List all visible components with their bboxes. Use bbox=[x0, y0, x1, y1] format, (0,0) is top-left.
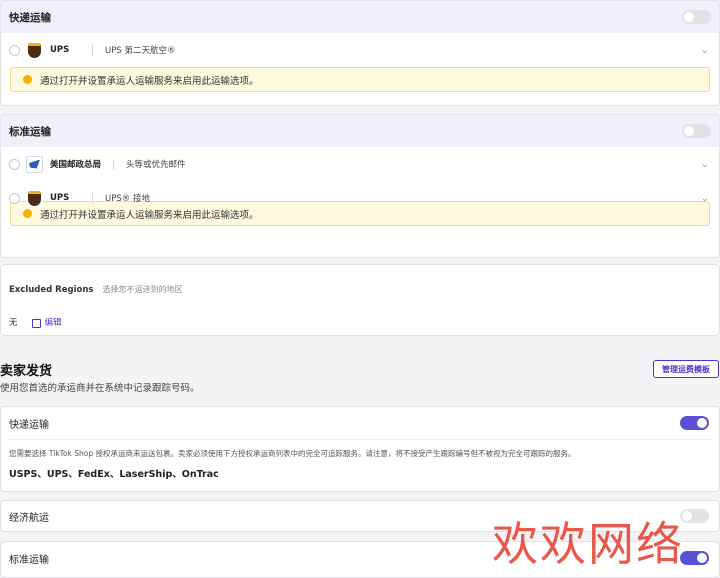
seller-standard-toggle[interactable] bbox=[680, 551, 709, 565]
authorized-carriers: USPS、UPS、FedEx、LaserShip、OnTrac bbox=[9, 469, 219, 480]
carrier-radio[interactable] bbox=[9, 158, 20, 170]
edit-icon[interactable] bbox=[31, 318, 41, 328]
express-shipping-card: 快递运输 UPS UPS 第二天航空® ⌄ 通过打开并设置承运人运输服务来启用此… bbox=[0, 0, 720, 106]
carrier-radio[interactable] bbox=[9, 44, 20, 56]
carrier-row-usps[interactable]: 美国邮政总局 头等或优先邮件 ⌄ bbox=[1, 147, 719, 181]
standard-shipping-title: 标准运输 bbox=[9, 125, 51, 138]
standard-shipping-card: 标准运输 美国邮政总局 头等或优先邮件 ⌄ UPS UPS® 接地 ⌄ 通过打开… bbox=[0, 114, 720, 258]
usps-logo-icon bbox=[26, 155, 43, 173]
chevron-down-icon[interactable]: ⌄ bbox=[701, 45, 709, 56]
standard-shipping-toggle[interactable] bbox=[682, 124, 711, 138]
seller-economy-title: 经济航运 bbox=[9, 512, 49, 524]
seller-standard-title: 标准运输 bbox=[9, 554, 49, 566]
carrier-service: 头等或优先邮件 bbox=[126, 160, 186, 170]
express-shipping-title: 快递运输 bbox=[9, 11, 51, 24]
carrier-radio[interactable] bbox=[9, 192, 20, 204]
ups-logo-icon bbox=[26, 189, 43, 207]
chevron-down-icon[interactable]: ⌄ bbox=[701, 159, 709, 170]
excluded-regions-header: Excluded Regions 选择您不运送到的地区 bbox=[1, 265, 719, 296]
express-shipping-toggle[interactable] bbox=[682, 10, 711, 24]
warning-banner: 通过打开并设置承运人运输服务来启用此运输选项。 bbox=[10, 67, 710, 92]
seller-economy-toggle[interactable] bbox=[680, 509, 709, 523]
manage-shipping-template-button[interactable]: 管理运费模板 bbox=[653, 360, 719, 378]
carrier-row-ups-standard[interactable]: UPS UPS® 接地 ⌄ bbox=[1, 181, 719, 215]
express-shipping-header: 快递运输 bbox=[1, 1, 719, 33]
seller-shipping-subtitle: 使用您首选的承运商并在系统中记录跟踪号码。 bbox=[0, 383, 200, 394]
excluded-regions-hint: 选择您不运送到的地区 bbox=[102, 285, 183, 294]
carrier-row-ups-express[interactable]: UPS UPS 第二天航空® ⌄ bbox=[1, 33, 719, 67]
carrier-name: UPS bbox=[50, 193, 70, 203]
excluded-regions-value-row: 无 编辑 bbox=[1, 296, 719, 328]
seller-express-header: 快递运输 bbox=[1, 407, 719, 439]
watermark-text: 欢欢网络 bbox=[492, 517, 684, 571]
chevron-down-icon[interactable]: ⌄ bbox=[701, 193, 709, 204]
warning-text: 通过打开并设置承运人运输服务来启用此运输选项。 bbox=[40, 75, 259, 87]
seller-express-toggle[interactable] bbox=[680, 416, 709, 430]
carrier-service: UPS 第二天航空® bbox=[105, 46, 176, 56]
carrier-name: UPS bbox=[50, 45, 70, 55]
excluded-regions-value: 无 bbox=[9, 318, 18, 328]
edit-link[interactable]: 编辑 bbox=[45, 316, 62, 328]
standard-shipping-header: 标准运输 bbox=[1, 115, 719, 147]
warning-dot-icon bbox=[23, 75, 32, 84]
seller-shipping-title: 卖家发货 bbox=[0, 364, 53, 379]
seller-express-note: 您需要选择 TikTok Shop 授权承运商来运送包裹。卖家必须使用下方授权承… bbox=[9, 449, 576, 458]
excluded-regions-title: Excluded Regions bbox=[9, 285, 94, 295]
carrier-name: 美国邮政总局 bbox=[50, 160, 102, 170]
seller-express-card: 快递运输 您需要选择 TikTok Shop 授权承运商来运送包裹。卖家必须使用… bbox=[0, 406, 720, 492]
seller-express-title: 快递运输 bbox=[9, 419, 49, 431]
carrier-service: UPS® 接地 bbox=[105, 194, 150, 204]
excluded-regions-card: Excluded Regions 选择您不运送到的地区 无 编辑 bbox=[0, 264, 720, 336]
ups-logo-icon bbox=[26, 41, 43, 59]
